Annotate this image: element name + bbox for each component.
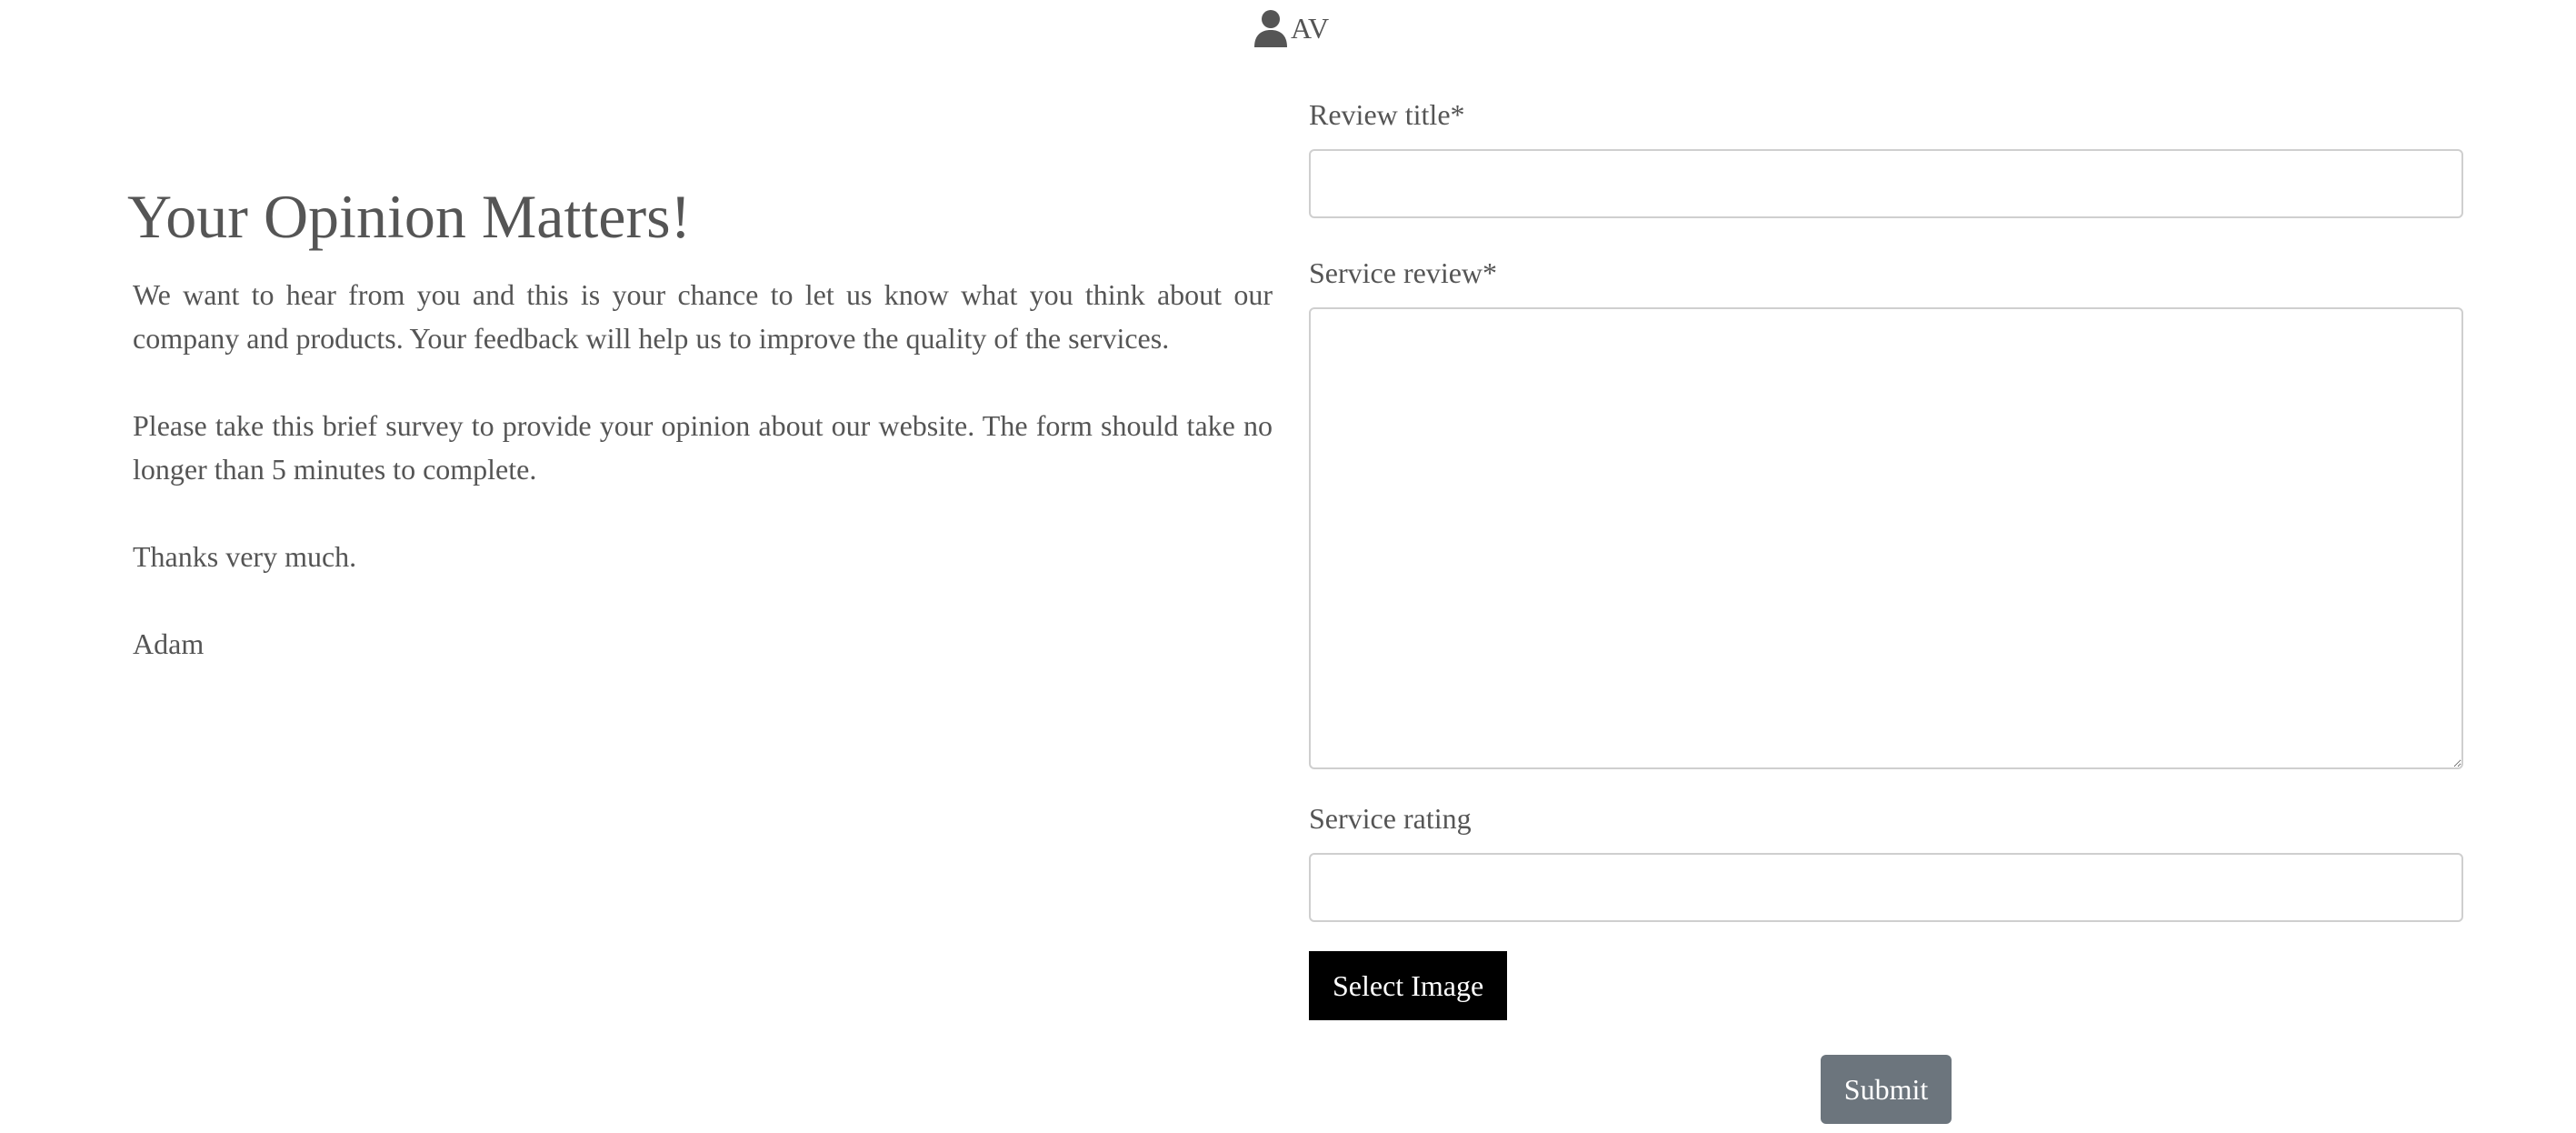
service-review-textarea[interactable] [1309,307,2463,769]
intro-section: Your Opinion Matters! We want to hear fr… [127,178,1273,666]
review-title-input[interactable] [1309,149,2463,218]
intro-paragraph: Please take this brief survey to provide… [133,409,1273,486]
review-title-label: Review title* [1309,98,1465,131]
submit-button[interactable]: Submit [1821,1055,1952,1124]
service-rating-input[interactable] [1309,853,2463,922]
user-icon [1254,9,1287,47]
review-form: Review title* Service review* Service ra… [1309,91,2463,1020]
service-rating-label: Service rating [1309,802,1472,835]
service-review-label: Service review* [1309,256,1498,289]
intro-paragraph: We want to hear from you and this is you… [133,278,1273,355]
user-initials: AV [1291,11,1330,45]
thanks-text: Thanks very much. [133,540,357,573]
signature-text: Adam [133,627,205,660]
page-title: Your Opinion Matters! [127,182,692,251]
select-image-button[interactable]: Select Image [1309,951,1508,1020]
user-menu[interactable]: AV [1254,7,1329,49]
